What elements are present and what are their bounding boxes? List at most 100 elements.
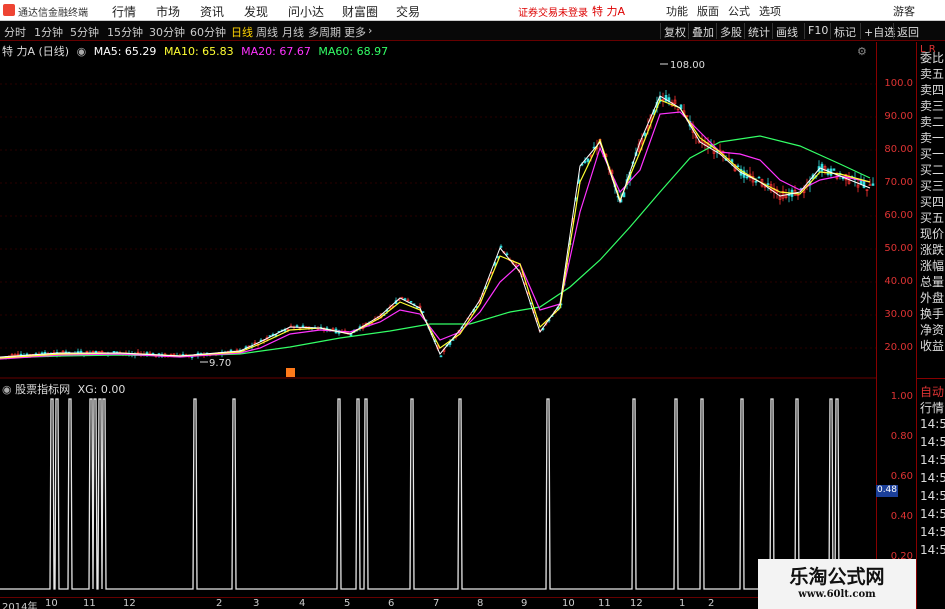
date-tick: 2 <box>708 598 715 609</box>
menu-faxian[interactable]: 发现 <box>244 3 268 20</box>
fuquan-button[interactable]: 复权 <box>660 23 689 39</box>
period-multi[interactable]: 多周期 <box>308 24 341 40</box>
tick-time: 14:56 <box>920 435 945 449</box>
period-5min[interactable]: 5分钟 <box>70 24 99 40</box>
ma-settings-icon[interactable]: ◉ <box>77 45 87 58</box>
stock-name-label: 特 力A <box>592 5 626 18</box>
period-monthly[interactable]: 月线 <box>282 24 304 40</box>
menu-zixun[interactable]: 资讯 <box>200 3 224 20</box>
date-tick: 11 <box>598 598 611 609</box>
panel-item: 委比 <box>920 51 945 65</box>
watermark-url: www.60lt.com <box>798 589 876 600</box>
menu-shichang[interactable]: 市场 <box>156 3 180 20</box>
quote-tab[interactable]: 行情 <box>920 399 944 416</box>
tick-time: 14:56 <box>920 417 945 431</box>
menu-xuanxiang[interactable]: 选项 <box>759 3 781 19</box>
candle-body <box>643 132 647 137</box>
draw-line-button[interactable]: 画线 <box>772 23 801 39</box>
quote-panel: L R 委比 卖五 卖四 卖三 卖二 卖一 买一 买二 买三 买四 买五 现价 … <box>916 42 945 609</box>
app-logo-icon <box>3 4 15 16</box>
candle-body <box>832 168 836 171</box>
candle-body <box>736 165 740 168</box>
candle-body <box>496 256 500 258</box>
multi-stock-button[interactable]: 多股 <box>716 23 745 39</box>
panel-item: 外盘 <box>920 291 945 305</box>
site-watermark: 乐淘公式网 www.60lt.com <box>758 559 916 609</box>
overlay-button[interactable]: 叠加 <box>688 23 717 39</box>
date-tick: 2 <box>216 598 223 609</box>
date-tick: 5 <box>344 598 351 609</box>
price-tick: 90.00 <box>884 111 913 122</box>
period-30min[interactable]: 30分钟 <box>149 24 185 40</box>
candle-body <box>820 163 824 172</box>
low-marker-label: 9.70 <box>209 358 231 369</box>
candle-body <box>229 349 233 352</box>
user-label[interactable]: 游客 <box>893 3 915 19</box>
menu-hangqing[interactable]: 行情 <box>112 3 136 20</box>
ma5-label: MA5: 65.29 <box>93 45 157 58</box>
panel-item: 买二 <box>920 163 945 177</box>
stock-title: 特 力A (日线) <box>2 45 70 58</box>
login-status[interactable]: 证券交易未登录 <box>518 4 588 19</box>
period-more[interactable]: 更多 <box>344 24 366 40</box>
panel-item: 买五 <box>920 211 945 225</box>
menu-caifuquan[interactable]: 财富圈 <box>342 3 378 20</box>
candle-body <box>439 355 443 358</box>
indicator-settings-icon[interactable]: ◉ <box>2 383 12 396</box>
indicator-chart[interactable] <box>0 379 876 597</box>
tick-time: 14:56 <box>920 507 945 521</box>
tick-time: 14:56 <box>920 471 945 485</box>
tick-time: 14:56 <box>920 543 945 557</box>
candle-body <box>505 253 509 256</box>
candle-body <box>94 350 98 353</box>
indicator-title: ◉ 股票指标网 XG: 0.00 <box>2 381 125 397</box>
indicator-name[interactable]: 股票指标网 <box>15 383 70 396</box>
candle-body <box>79 350 83 353</box>
menu-banmian[interactable]: 版面 <box>697 3 719 19</box>
app-name: 通达信金融终端 <box>18 8 88 19</box>
price-axis: 100.0 90.00 80.00 70.00 60.00 50.00 40.0… <box>876 42 916 379</box>
price-tick: 80.00 <box>884 144 913 155</box>
period-1min[interactable]: 1分钟 <box>34 24 63 40</box>
menu-gongshi[interactable]: 公式 <box>728 3 750 19</box>
auto-tab[interactable]: 自动 <box>920 383 944 400</box>
candle-body <box>757 176 761 179</box>
ind-tick: 0.40 <box>890 511 913 522</box>
date-tick: 1 <box>679 598 686 609</box>
xg-value: XG: 0.00 <box>77 383 126 396</box>
date-tick: 8 <box>477 598 484 609</box>
tick-time: 14:56 <box>920 453 945 467</box>
menu-jiaoyi[interactable]: 交易 <box>396 3 420 20</box>
kline-chart[interactable]: 108.00 9.70 <box>0 42 876 379</box>
menu-wenxiaoda[interactable]: 问小达 <box>288 3 324 20</box>
back-button[interactable]: 返回 <box>893 23 922 39</box>
panel-item: 买四 <box>920 195 945 209</box>
date-tick: 7 <box>433 598 440 609</box>
candle-body <box>754 180 758 183</box>
date-tick: 3 <box>253 598 260 609</box>
candle-body <box>409 300 413 303</box>
candle-body <box>499 245 503 248</box>
stats-button[interactable]: 统计 <box>744 23 773 39</box>
period-15min[interactable]: 15分钟 <box>107 24 143 40</box>
date-tick: 11 <box>83 598 96 609</box>
candle-body <box>766 183 770 185</box>
menu-gongneng[interactable]: 功能 <box>666 3 688 19</box>
candle-body <box>745 176 749 179</box>
period-daily[interactable]: 日线 <box>231 24 253 40</box>
main-chart-title: 特 力A (日线) ◉ MA5: 65.29 MA10: 65.83 MA20:… <box>2 43 392 59</box>
period-weekly[interactable]: 周线 <box>256 24 278 40</box>
chart-gear-icon[interactable]: ⚙ <box>857 45 867 58</box>
mark-button[interactable]: 标记 <box>830 23 859 39</box>
date-tick: 4 <box>299 598 306 609</box>
top-menu-bar: 通达信金融终端 行情 市场 资讯 发现 问小达 财富圈 交易 证券交易未登录 特… <box>0 0 945 21</box>
panel-item: 买三 <box>920 179 945 193</box>
period-60min[interactable]: 60分钟 <box>190 24 226 40</box>
panel-item: 卖五 <box>920 67 945 81</box>
tick-time: 14:56 <box>920 489 945 503</box>
event-marker-icon[interactable] <box>286 368 295 377</box>
chevron-right-icon[interactable]: › <box>368 24 372 37</box>
period-fenshi[interactable]: 分时 <box>4 24 26 40</box>
date-tick: 9 <box>521 598 528 609</box>
f10-button[interactable]: F10 <box>804 23 831 39</box>
